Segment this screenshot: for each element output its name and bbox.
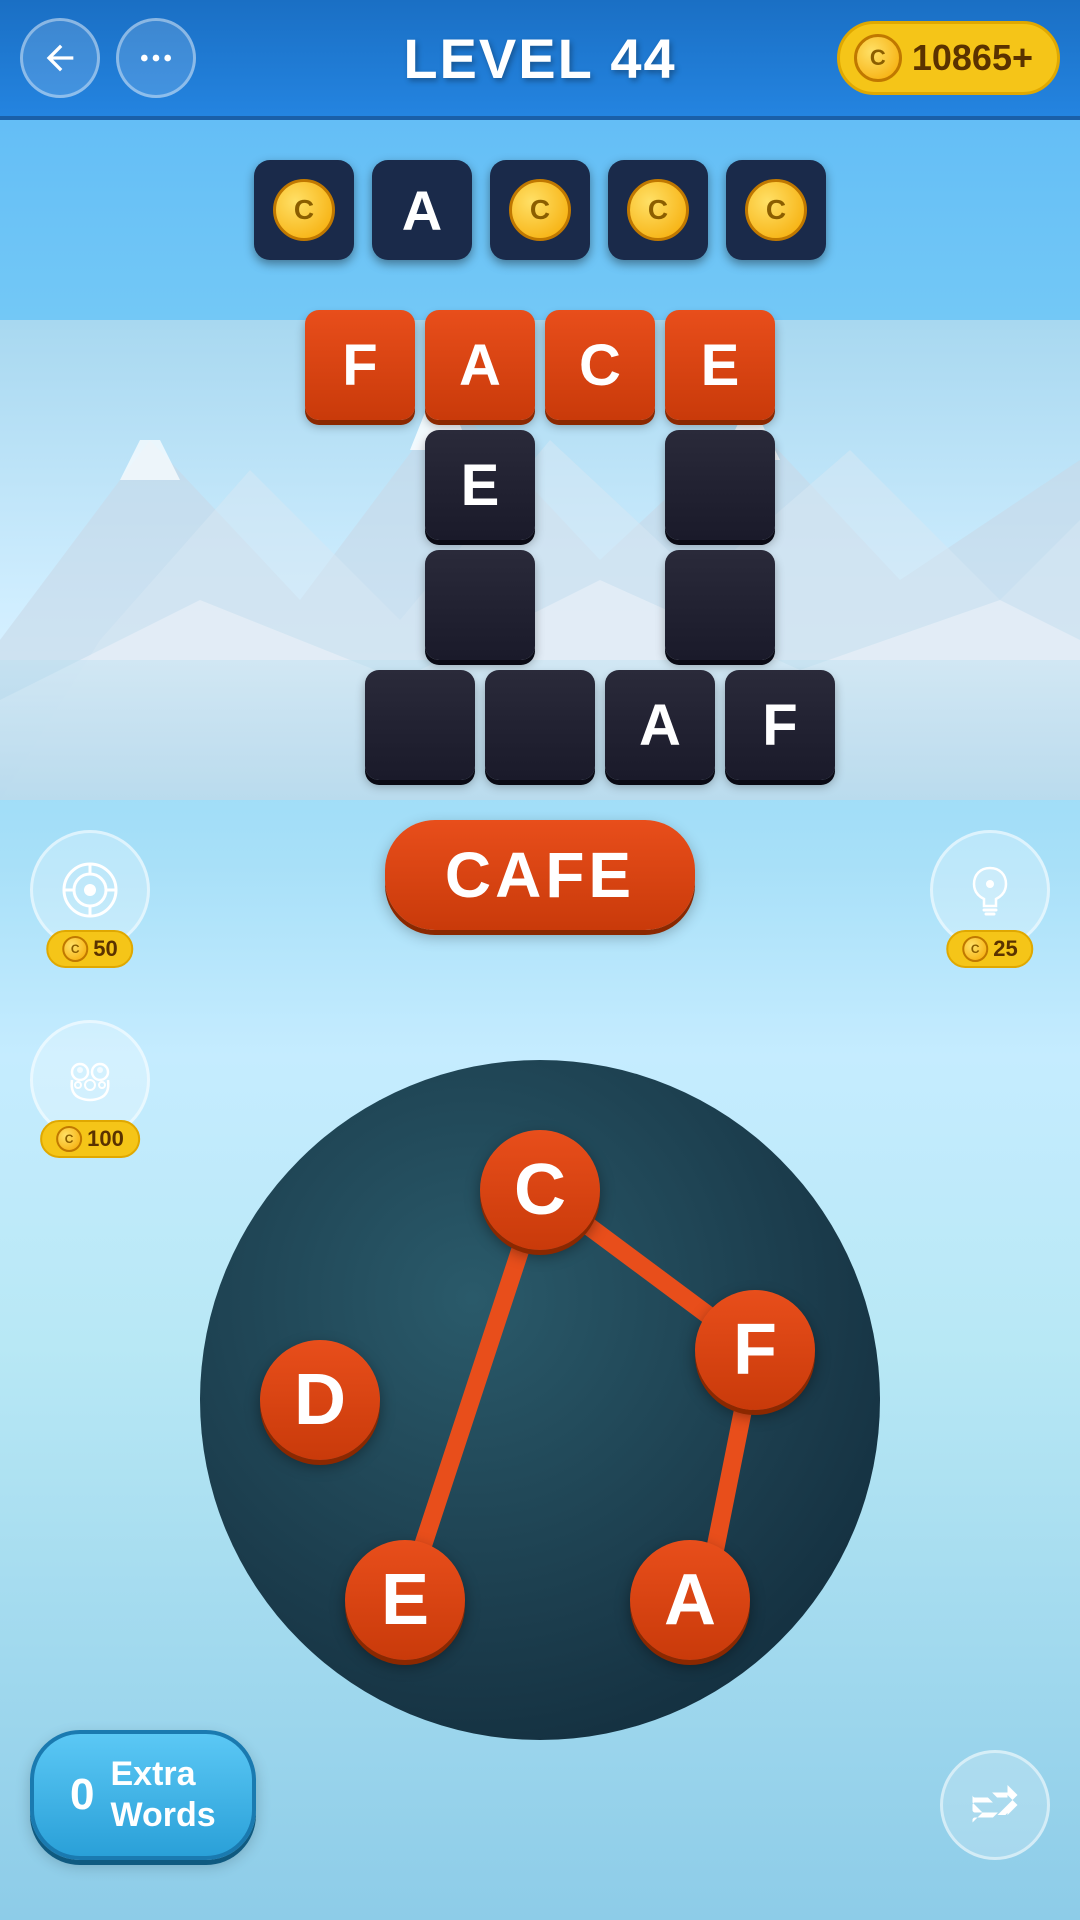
grid-cell-3-3	[665, 550, 775, 660]
shuffle-button[interactable]	[940, 1750, 1050, 1860]
back-button[interactable]	[20, 18, 100, 98]
level-title: LEVEL 44	[403, 26, 676, 91]
coin-icon: C	[854, 34, 902, 82]
brain-powerup-cost: C 100	[40, 1120, 140, 1158]
coins-amount: 10865+	[912, 37, 1033, 79]
grid-cell-F: F	[305, 310, 415, 420]
collected-tile-2: C	[490, 160, 590, 260]
collected-tile-1: A	[372, 160, 472, 260]
wheel-letter-E[interactable]: E	[345, 1540, 465, 1660]
collected-tile-0: C	[254, 160, 354, 260]
grid-cell-A: A	[425, 310, 535, 420]
grid-cell-C: C	[545, 310, 655, 420]
lightbulb-cost-coin: C	[962, 936, 988, 962]
tile-coin-2: C	[509, 179, 571, 241]
grid-row-1: F A C E	[305, 310, 775, 420]
tile-coin-0: C	[273, 179, 335, 241]
grid-spacer-3-0	[305, 550, 415, 660]
wheel-letter-F[interactable]: F	[695, 1290, 815, 1410]
found-word-text: CAFE	[445, 839, 635, 911]
target-powerup-cost: C 50	[46, 930, 133, 968]
found-word-display: CAFE	[385, 820, 695, 930]
extra-words-label: ExtraWords	[110, 1754, 215, 1836]
header: LEVEL 44 C 10865+	[0, 0, 1080, 120]
grid-cell-4-2	[485, 670, 595, 780]
grid-row-4: A F	[245, 670, 835, 780]
wheel-letter-D[interactable]: D	[260, 1340, 380, 1460]
grid-spacer-3-2	[545, 550, 655, 660]
crossword-grid: F A C E E A F CAFE	[0, 310, 1080, 930]
grid-row-3	[305, 550, 775, 660]
wheel-letter-C[interactable]: C	[480, 1130, 600, 1250]
grid-cell-4-1	[365, 670, 475, 780]
target-cost-coin: C	[62, 936, 88, 962]
brain-cost-coin: C	[56, 1126, 82, 1152]
grid-cell-2-1: E	[425, 430, 535, 540]
grid-cell-2-3	[665, 430, 775, 540]
collected-tile-3: C	[608, 160, 708, 260]
grid-spacer-2-2	[545, 430, 655, 540]
coins-display: C 10865+	[837, 21, 1060, 95]
grid-cell-3-1	[425, 550, 535, 660]
extra-words-button[interactable]: 0 ExtraWords	[30, 1730, 256, 1860]
menu-button[interactable]	[116, 18, 196, 98]
brain-cost-text: 100	[87, 1126, 124, 1152]
target-cost-text: 50	[93, 936, 117, 962]
wheel-letter-A[interactable]: A	[630, 1540, 750, 1660]
lightbulb-powerup-cost: C 25	[946, 930, 1033, 968]
grid-cell-4-F: F	[725, 670, 835, 780]
grid-cell-4-A: A	[605, 670, 715, 780]
tile-coin-4: C	[745, 179, 807, 241]
grid-spacer-4-0	[245, 670, 355, 780]
wheel-circle: C D F E A	[200, 1060, 880, 1740]
grid-row-2: E	[305, 430, 775, 540]
header-left	[20, 18, 196, 98]
letter-wheel: C D F E A	[200, 1060, 880, 1740]
grid-cell-E: E	[665, 310, 775, 420]
extra-words-count: 0	[70, 1770, 94, 1820]
collected-tile-4: C	[726, 160, 826, 260]
tile-coin-3: C	[627, 179, 689, 241]
grid-spacer-2-0	[305, 430, 415, 540]
lightbulb-cost-text: 25	[993, 936, 1017, 962]
collected-row: C A C C C	[0, 160, 1080, 260]
